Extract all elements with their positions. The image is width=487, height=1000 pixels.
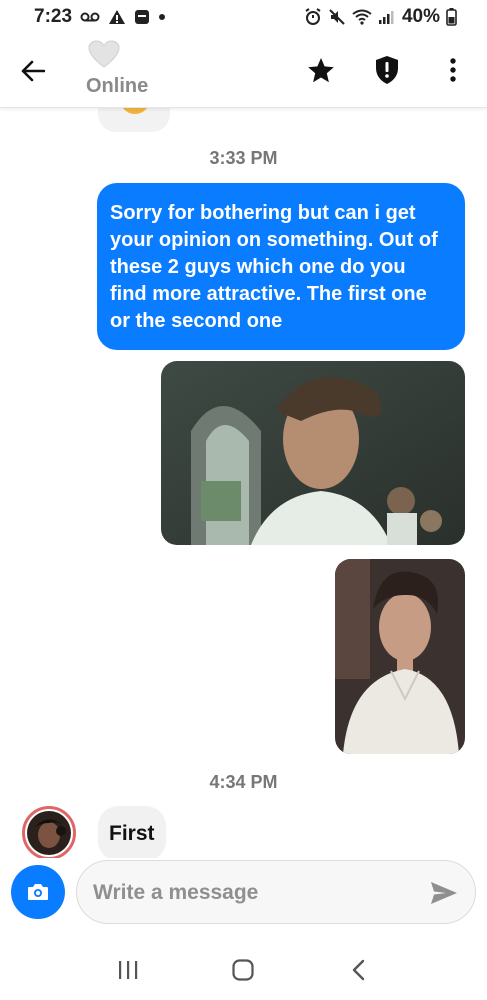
warning-icon — [108, 9, 126, 25]
status-time: 7:23 — [34, 6, 73, 27]
system-nav-bar — [0, 940, 487, 1000]
camera-icon — [28, 884, 48, 900]
contact-presence[interactable]: Online — [86, 40, 148, 98]
presence-label: Online — [86, 75, 149, 97]
signal-icon — [378, 9, 396, 25]
message-bubble-partial — [98, 108, 170, 132]
battery-icon — [446, 8, 457, 26]
wifi-icon — [352, 9, 372, 25]
recent-apps-icon — [118, 961, 138, 979]
photo-message-second-guy[interactable] — [335, 559, 465, 754]
timestamp: 4:34 PM — [209, 772, 278, 792]
recent-apps-button[interactable] — [108, 950, 148, 990]
contact-avatar[interactable] — [22, 806, 76, 858]
status-bar-left: 7:23 — [34, 6, 166, 28]
star-icon — [308, 57, 334, 82]
battery-percent: 40% — [401, 6, 440, 27]
header-actions — [305, 54, 469, 86]
more-options-button[interactable] — [437, 54, 469, 86]
voicemail-icon — [80, 11, 100, 23]
status-bar: 7:23 40% — [0, 0, 487, 34]
photo-message-first-guy[interactable] — [161, 361, 465, 545]
timestamp: 3:33 PM — [209, 148, 278, 168]
send-button[interactable] — [429, 879, 459, 907]
dot-icon — [158, 13, 166, 21]
home-button[interactable] — [223, 950, 263, 990]
message-input[interactable] — [93, 873, 413, 913]
favorite-button[interactable] — [305, 54, 337, 86]
safety-button[interactable] — [371, 54, 403, 86]
arrow-left-icon — [21, 60, 45, 82]
message-composer — [76, 860, 476, 924]
back-button[interactable] — [18, 56, 48, 86]
shield-icon — [376, 56, 398, 84]
mute-icon — [328, 8, 346, 26]
app-notification-icon — [134, 9, 150, 25]
incoming-message-bubble[interactable]: First — [98, 806, 166, 858]
status-bar-right: 40% — [304, 6, 457, 28]
home-icon — [232, 959, 255, 981]
message-thread[interactable]: 3:33 PM Sorry for bothering but can i ge… — [0, 108, 487, 858]
back-icon — [352, 959, 365, 981]
chat-header: Online — [0, 34, 487, 108]
system-back-button[interactable] — [339, 950, 379, 990]
camera-button[interactable] — [11, 865, 65, 919]
alarm-icon — [304, 8, 322, 26]
heart-icon — [88, 40, 120, 73]
more-vertical-icon — [450, 58, 456, 82]
outgoing-message-bubble[interactable]: Sorry for bothering but can i get your o… — [97, 183, 465, 350]
emoji-icon — [120, 108, 150, 114]
send-icon — [431, 882, 457, 904]
